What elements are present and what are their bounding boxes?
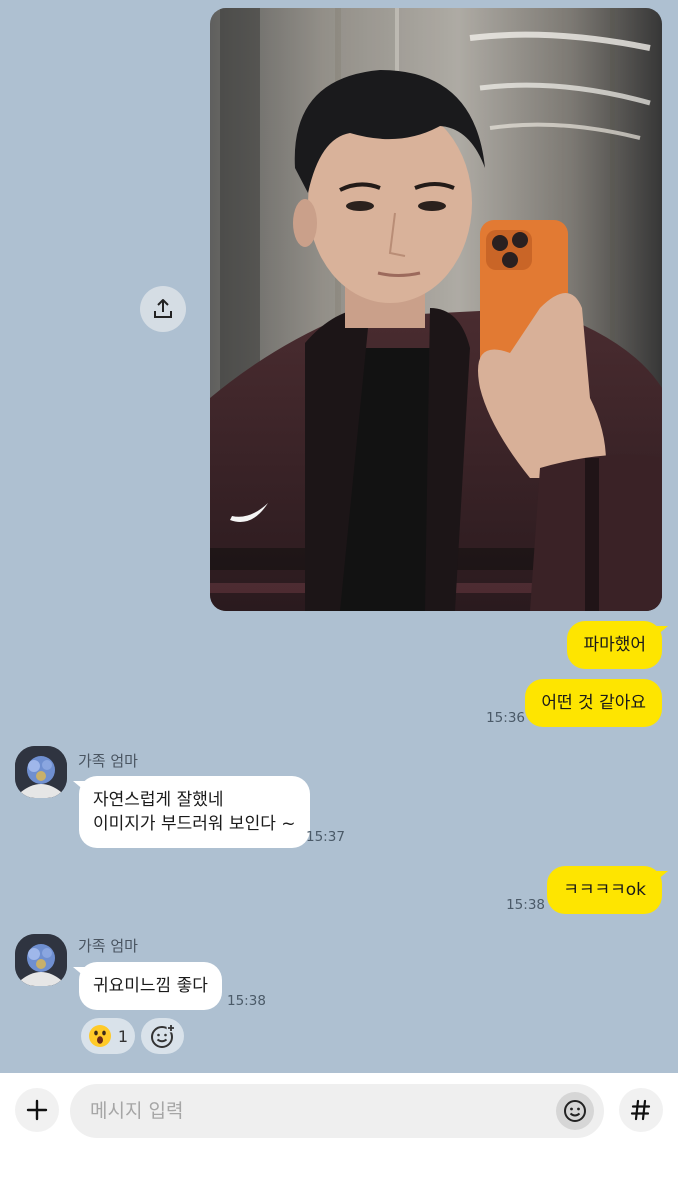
sender-name: 가족 엄마: [78, 937, 138, 955]
sender-name: 가족 엄마: [78, 752, 138, 770]
sender-avatar[interactable]: [15, 934, 67, 986]
received-message-bubble[interactable]: 귀요미느낌 좋다: [79, 962, 222, 1010]
reaction-count: 1: [117, 1026, 129, 1046]
share-button[interactable]: [140, 286, 186, 332]
sent-message-bubble[interactable]: 파마했어: [567, 621, 662, 669]
emoji-button[interactable]: [556, 1092, 594, 1130]
message-timestamp: 15:36: [486, 710, 525, 726]
chat-area: 파마했어 어떤 것 같아요 15:36 가족 엄마 자연스럽게 잘했네 이미지가…: [0, 0, 678, 1073]
add-reaction-button[interactable]: [141, 1018, 184, 1054]
sender-avatar[interactable]: [15, 746, 67, 798]
flower-bouquet-icon: [15, 746, 67, 798]
selfie-photo-image: [210, 8, 662, 611]
message-timestamp: 15:37: [306, 829, 345, 845]
message-timestamp: 15:38: [227, 993, 266, 1009]
sent-message-bubble[interactable]: ㅋㅋㅋㅋok: [547, 866, 662, 914]
message-timestamp: 15:38: [506, 897, 545, 913]
smiley-icon: [564, 1100, 586, 1122]
plus-icon: [26, 1099, 48, 1121]
add-emoji-icon: [150, 1023, 175, 1048]
hashtag-search-button[interactable]: [619, 1088, 663, 1132]
bubble-tail: [656, 626, 668, 636]
surprised-face-icon: [88, 1025, 111, 1047]
message-input[interactable]: [70, 1084, 604, 1138]
message-input-bar: [0, 1073, 678, 1200]
upload-icon: [154, 299, 172, 318]
sent-message-bubble[interactable]: 어떤 것 같아요: [525, 679, 662, 727]
received-message-bubble[interactable]: 자연스럽게 잘했네 이미지가 부드러워 보인다 ~: [79, 776, 310, 848]
sent-photo[interactable]: [210, 8, 662, 611]
add-attachment-button[interactable]: [15, 1088, 59, 1132]
flower-bouquet-icon: [15, 934, 67, 986]
reaction-chip[interactable]: 1: [81, 1018, 135, 1054]
bubble-tail: [656, 871, 668, 881]
hashtag-icon: [630, 1099, 651, 1121]
